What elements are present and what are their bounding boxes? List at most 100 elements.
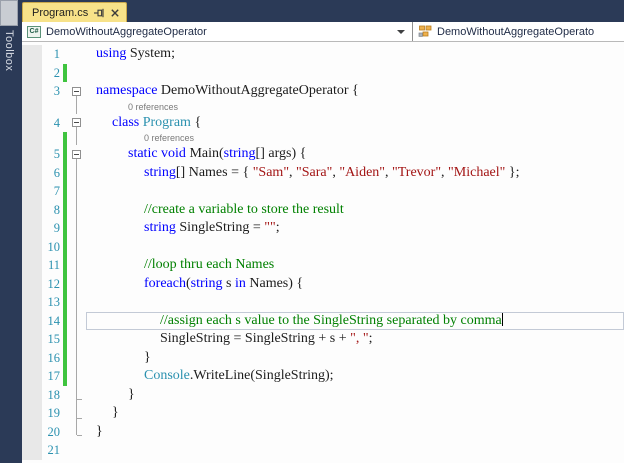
code-text[interactable] [86, 238, 624, 257]
breakpoint-margin[interactable] [22, 82, 42, 101]
code-line[interactable]: 1 using System; [22, 45, 624, 64]
text-caret [501, 312, 503, 326]
code-text[interactable]: } [86, 386, 624, 405]
code-text[interactable]: //assign each s value to the SingleStrin… [86, 312, 624, 331]
code-line[interactable]: 12 foreach(string s in Names) { [22, 274, 624, 294]
breakpoint-margin[interactable] [22, 100, 42, 114]
code-line[interactable]: 19} [22, 404, 624, 423]
breakpoint-margin[interactable] [22, 385, 42, 404]
line-number: 12 [47, 276, 61, 291]
code-line[interactable]: 7 [22, 182, 624, 201]
code-text[interactable]: } [86, 349, 624, 368]
code-text[interactable]: string SingleString = ""; [86, 219, 624, 238]
outlining-margin [68, 274, 86, 294]
code-line[interactable]: 6 string[] Names = { "Sam", "Sara", "Aide… [22, 163, 624, 183]
code-text[interactable]: foreach(string s in Names) { [86, 275, 624, 294]
breakpoint-margin[interactable] [22, 132, 42, 145]
code-line[interactable]: 13 [22, 293, 624, 312]
pin-icon[interactable] [94, 8, 105, 18]
document-tab-strip: Program.cs [22, 0, 624, 22]
code-line[interactable]: 3 namespace DemoWithoutAggregateOperator … [22, 82, 624, 101]
breakpoint-margin[interactable] [22, 113, 42, 132]
breakpoint-margin[interactable] [22, 237, 42, 256]
code-editor[interactable]: 1 using System; 2 3 namespace DemoWithoutAgg… [22, 42, 624, 463]
code-text[interactable]: static void Main(string[] args) { [86, 145, 624, 164]
code-text[interactable]: class Program { [86, 114, 624, 133]
line-number: 18 [47, 387, 61, 402]
code-text[interactable]: } [86, 423, 624, 442]
close-icon[interactable] [111, 8, 119, 17]
breakpoint-margin[interactable] [22, 219, 42, 238]
breakpoint-margin[interactable] [22, 163, 42, 182]
breakpoint-margin[interactable] [22, 293, 42, 312]
codelens-row[interactable]: 0 references [22, 132, 624, 145]
outlining-margin [68, 422, 86, 442]
code-line[interactable]: 9 string SingleString = ""; [22, 219, 624, 238]
code-line[interactable]: 18} [22, 385, 624, 405]
line-number: 16 [47, 350, 61, 365]
code-text[interactable] [86, 293, 624, 312]
sidebar-tab-toolbox[interactable]: Toolbox [3, 30, 15, 71]
codelens-references[interactable]: 0 references [86, 101, 624, 114]
code-line[interactable]: 16} [22, 348, 624, 368]
code-text[interactable]: using System; [86, 45, 624, 64]
breakpoint-margin[interactable] [22, 145, 42, 164]
line-number: 20 [47, 424, 61, 439]
code-text[interactable]: //create a variable to store the result [86, 201, 624, 220]
navigation-bar: C# DemoWithoutAggregateOperator DemoWith… [22, 22, 624, 42]
chevron-down-icon[interactable] [397, 29, 405, 34]
outlining-margin [68, 163, 86, 183]
breakpoint-margin[interactable] [22, 63, 42, 82]
breakpoint-margin[interactable] [22, 441, 42, 460]
code-line[interactable]: 5 static void Main(string[] args) { [22, 145, 624, 164]
code-line[interactable]: 14 //assign each s value to the SingleStr… [22, 311, 624, 331]
breakpoint-margin[interactable] [22, 348, 42, 367]
breakpoint-margin[interactable] [22, 256, 42, 275]
outlining-margin [68, 311, 86, 331]
type-dropdown-value: DemoWithoutAggregateOperato [437, 25, 595, 38]
breakpoint-margin[interactable] [22, 200, 42, 219]
breakpoint-margin[interactable] [22, 404, 42, 423]
project-dropdown[interactable]: C# DemoWithoutAggregateOperator [22, 22, 413, 41]
breakpoint-margin[interactable] [22, 274, 42, 293]
collapse-minus-icon[interactable] [72, 118, 81, 127]
code-text[interactable]: Console.WriteLine(SingleString); [86, 367, 624, 386]
code-text[interactable] [86, 182, 624, 201]
breakpoint-margin[interactable] [22, 367, 42, 386]
class-icon [418, 25, 432, 37]
code-text[interactable]: //loop thru each Names [86, 256, 624, 275]
type-dropdown[interactable]: DemoWithoutAggregateOperato [413, 22, 624, 41]
breakpoint-margin[interactable] [22, 422, 42, 441]
breakpoint-margin[interactable] [22, 45, 42, 64]
outlining-margin [68, 145, 86, 164]
codelens-row[interactable]: 0 references [22, 100, 624, 114]
code-text[interactable]: } [86, 404, 624, 423]
code-line[interactable]: 17 Console.WriteLine(SingleString); [22, 367, 624, 386]
code-text[interactable]: string[] Names = { "Sam", "Sara", "Aiden… [86, 164, 624, 183]
code-text[interactable] [86, 441, 624, 460]
collapse-minus-icon[interactable] [72, 149, 81, 159]
code-text[interactable] [86, 64, 624, 83]
breakpoint-margin[interactable] [22, 311, 42, 330]
line-number: 7 [53, 184, 60, 198]
code-text[interactable]: SingleString = SingleString + s + ", "; [86, 330, 624, 349]
document-area: Program.cs C# DemoWithoutAggregateOperat… [22, 0, 624, 463]
code-text[interactable]: namespace DemoWithoutAggregateOperator { [86, 82, 624, 101]
tab-program-cs[interactable]: Program.cs [22, 2, 128, 22]
code-line[interactable]: 2 [22, 63, 624, 83]
outlining-margin [68, 219, 86, 238]
codelens-references[interactable]: 0 references [86, 132, 624, 145]
line-number: 13 [47, 295, 61, 309]
code-line[interactable]: 21 [22, 441, 624, 460]
breakpoint-margin[interactable] [22, 330, 42, 349]
line-number: 21 [47, 443, 61, 457]
code-line[interactable]: 11 //loop thru each Names [22, 256, 624, 275]
collapse-minus-icon[interactable] [72, 86, 81, 96]
autohide-strip-cap [0, 0, 18, 26]
code-line[interactable]: 10 [22, 237, 624, 257]
code-line[interactable]: 20} [22, 422, 624, 442]
code-line[interactable]: 4 class Program { [22, 113, 624, 133]
code-line[interactable]: 15 SingleString = SingleString + s + ", "… [22, 330, 624, 349]
breakpoint-margin[interactable] [22, 182, 42, 201]
code-line[interactable]: 8 //create a variable to store the result [22, 200, 624, 220]
